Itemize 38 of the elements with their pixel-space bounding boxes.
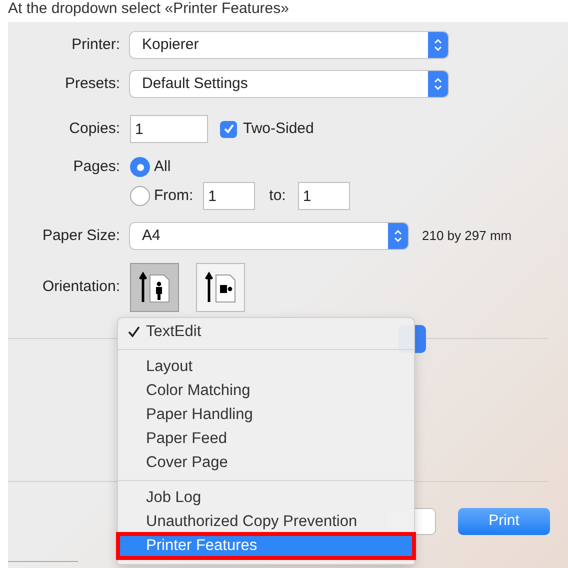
checkbox[interactable] (220, 120, 237, 138)
menu-item[interactable]: Unauthorized Copy Prevention (118, 510, 414, 534)
copies-field[interactable]: 1 (130, 115, 208, 143)
to-field[interactable]: 1 (298, 182, 350, 210)
radio-label: All (154, 156, 171, 177)
checkbox-label: Two-Sided (243, 118, 314, 139)
menu-item[interactable]: Paper Feed (118, 427, 414, 451)
caption: At the dropdown select «Printer Features» (8, 0, 289, 18)
paper-dimensions: 210 by 297 mm (422, 227, 512, 246)
presets-dropdown[interactable]: Default Settings (130, 71, 448, 97)
field-label: Presets: (64, 74, 121, 94)
field-label: Copies: (68, 118, 121, 139)
field-label: to: (269, 186, 286, 206)
field-label: Paper Size: (41, 226, 121, 246)
orientation-button[interactable] (196, 262, 245, 312)
field-label: Printer: (70, 34, 121, 55)
menu-item[interactable]: Paper Handling (118, 403, 414, 427)
menu-item[interactable]: Job Log (118, 486, 414, 510)
radio-button[interactable] (130, 157, 150, 177)
radio-button[interactable] (130, 186, 150, 206)
field-label: Pages: (72, 156, 121, 177)
from-field[interactable]: 1 (203, 182, 256, 210)
menu-item[interactable]: Color Matching (118, 379, 414, 403)
chevron-icon (388, 223, 408, 249)
menu-item[interactable]: Printer Features (118, 534, 414, 558)
landscape-page-icon (204, 270, 236, 304)
radio-label: From: (154, 186, 194, 206)
chevron-icon (428, 71, 448, 97)
chevron-icon (428, 32, 448, 58)
portrait-page-icon (138, 270, 170, 304)
orientation-button[interactable] (130, 262, 179, 312)
menu-item[interactable]: Cover Page (118, 451, 414, 475)
field-label: Orientation: (41, 276, 121, 297)
menu-item[interactable]: TextEdit (118, 320, 414, 344)
menu-item[interactable]: Layout (118, 355, 414, 379)
paper-size-dropdown[interactable]: A4 (130, 223, 408, 249)
printer-dropdown[interactable]: Kopierer (130, 32, 448, 58)
checkmark-icon (222, 123, 234, 135)
